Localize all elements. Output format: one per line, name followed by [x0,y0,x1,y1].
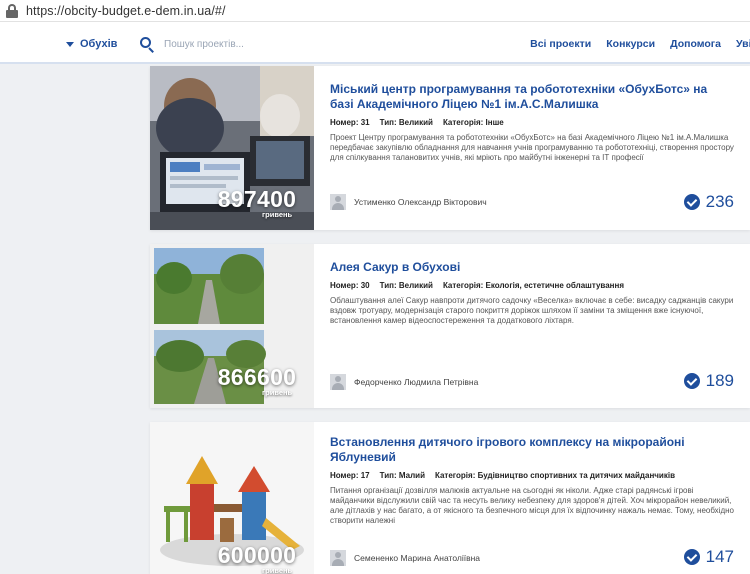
project-description: Облаштування алеї Сакур навпроти дитячог… [330,296,734,325]
project-author: Устименко Олександр Вікторович [330,194,487,210]
project-title[interactable]: Встановлення дитячого ігрового комплексу… [330,435,734,465]
project-meta: Номер: 31 Тип: Великий Категорія: Інше [330,118,734,127]
type-label: Тип: [379,281,397,290]
nav-link-all-projects[interactable]: Всі проекти [530,38,591,50]
project-content: Алея Сакур в Обухові Номер: 30 Тип: Велик… [330,260,734,326]
check-circle-icon [683,373,700,389]
project-content: Встановлення дитячого ігрового комплексу… [330,435,734,526]
project-category: Будівництво спортивних та дитячих майдан… [477,471,675,480]
project-content: Міський центр програмування та робототех… [330,82,734,163]
avatar [330,374,346,390]
nav-link-help[interactable]: Допомога [670,38,721,50]
votes-number: 236 [705,192,734,211]
type-label: Тип: [379,118,397,127]
project-meta: Номер: 30 Тип: Великий Категорія: Екологія… [330,281,734,290]
project-title[interactable]: Міський центр програмування та робототех… [330,82,734,112]
nav-link-contests[interactable]: Конкурси [606,38,655,50]
browser-address-bar[interactable]: https://obcity-budget.e-dem.in.ua/#/ [0,0,750,22]
avatar [330,194,346,210]
number-label: Номер: [330,281,359,290]
type-label: Тип: [379,471,397,480]
browser-url[interactable]: https://obcity-budget.e-dem.in.ua/#/ [26,4,226,18]
check-circle-icon [683,549,700,565]
author-name: Семененко Марина Анатоліївна [354,553,481,563]
nav-links: Всі проекти Конкурси Допомога Увійти [530,38,750,50]
project-number: 30 [360,281,370,290]
project-category: Екологія, естетичне облаштування [485,281,625,290]
project-description: Питання організації дозвілля малюків акт… [330,486,734,525]
project-amount: 897400 [217,186,297,212]
currency-label: гривень [262,210,293,219]
check-circle-icon [683,194,700,210]
project-number: 31 [360,118,370,127]
vote-count: 236 [683,192,734,212]
project-card[interactable]: 866600 гривень Алея Сакур в Обухові Номе… [150,244,750,408]
votes-number: 189 [705,371,734,390]
author-name: Федорченко Людмила Петрівна [354,377,479,387]
project-number: 17 [360,471,370,480]
project-amount: 866600 [217,364,297,390]
number-label: Номер: [330,118,359,127]
project-author: Семененко Марина Анатоліївна [330,550,480,566]
project-amount: 600000 [217,542,297,568]
caret-down-icon [66,41,74,47]
category-label: Категорія: [442,281,484,290]
currency-label: гривень [262,388,293,397]
author-name: Устименко Олександр Вікторович [354,197,487,207]
project-type: Великий [398,281,433,290]
nav-link-login[interactable]: Увійти [736,38,750,50]
vote-count: 189 [683,371,734,391]
project-category: Інше [485,118,504,127]
search-icon[interactable] [140,37,154,53]
city-selector[interactable]: Обухів [66,38,117,50]
number-label: Номер: [330,471,359,480]
project-description: Проект Центру програмування та робототех… [330,133,734,162]
lock-icon [6,3,18,18]
project-title[interactable]: Алея Сакур в Обухові [330,260,734,275]
avatar [330,550,346,566]
project-author: Федорченко Людмила Петрівна [330,374,478,390]
category-label: Категорія: [435,471,476,480]
site-header: Обухів Всі проекти Конкурси Допомога Уві… [0,22,750,64]
category-label: Категорія: [442,118,484,127]
project-meta: Номер: 17 Тип: Малий Категорія: Будівництв… [330,471,734,480]
vote-count: 147 [683,547,734,567]
project-card[interactable]: 897400 гривень Міський центр програмуван… [150,66,750,230]
project-type: Малий [398,471,425,480]
search-input[interactable] [164,34,364,54]
project-type: Великий [398,118,433,127]
project-card[interactable]: 600000 гривень Встановлення дитячого ігр… [150,422,750,574]
votes-number: 147 [705,547,734,566]
city-name: Обухів [80,38,118,50]
currency-label: гривень [262,566,293,574]
